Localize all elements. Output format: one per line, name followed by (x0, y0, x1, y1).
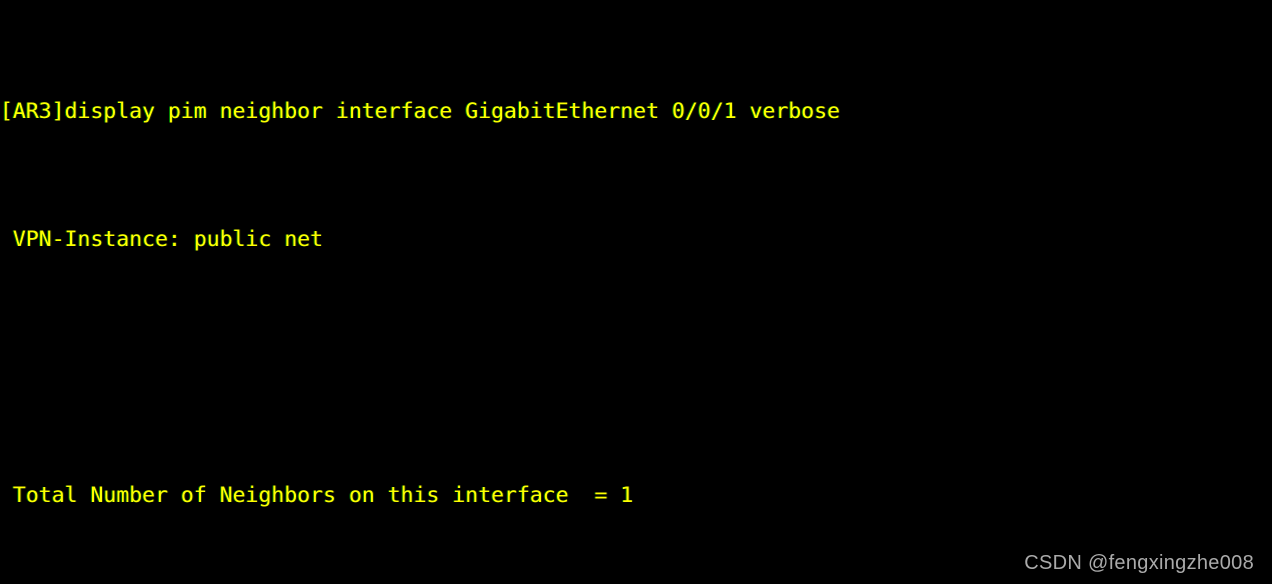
terminal-line-command: [AR3]display pim neighbor interface Giga… (0, 99, 841, 124)
terminal-line-blank-1 (0, 352, 1272, 384)
terminal-line-vpn-instance: VPN-Instance: public net (0, 227, 324, 252)
terminal-window[interactable]: [AR3]display pim neighbor interface Giga… (0, 0, 1272, 584)
terminal-line-total-neighbors: Total Number of Neighbors on this interf… (0, 483, 634, 508)
csdn-watermark: CSDN @fengxingzhe008 (1024, 552, 1254, 574)
terminal-screen[interactable]: [AR3]display pim neighbor interface Giga… (0, 0, 1272, 584)
